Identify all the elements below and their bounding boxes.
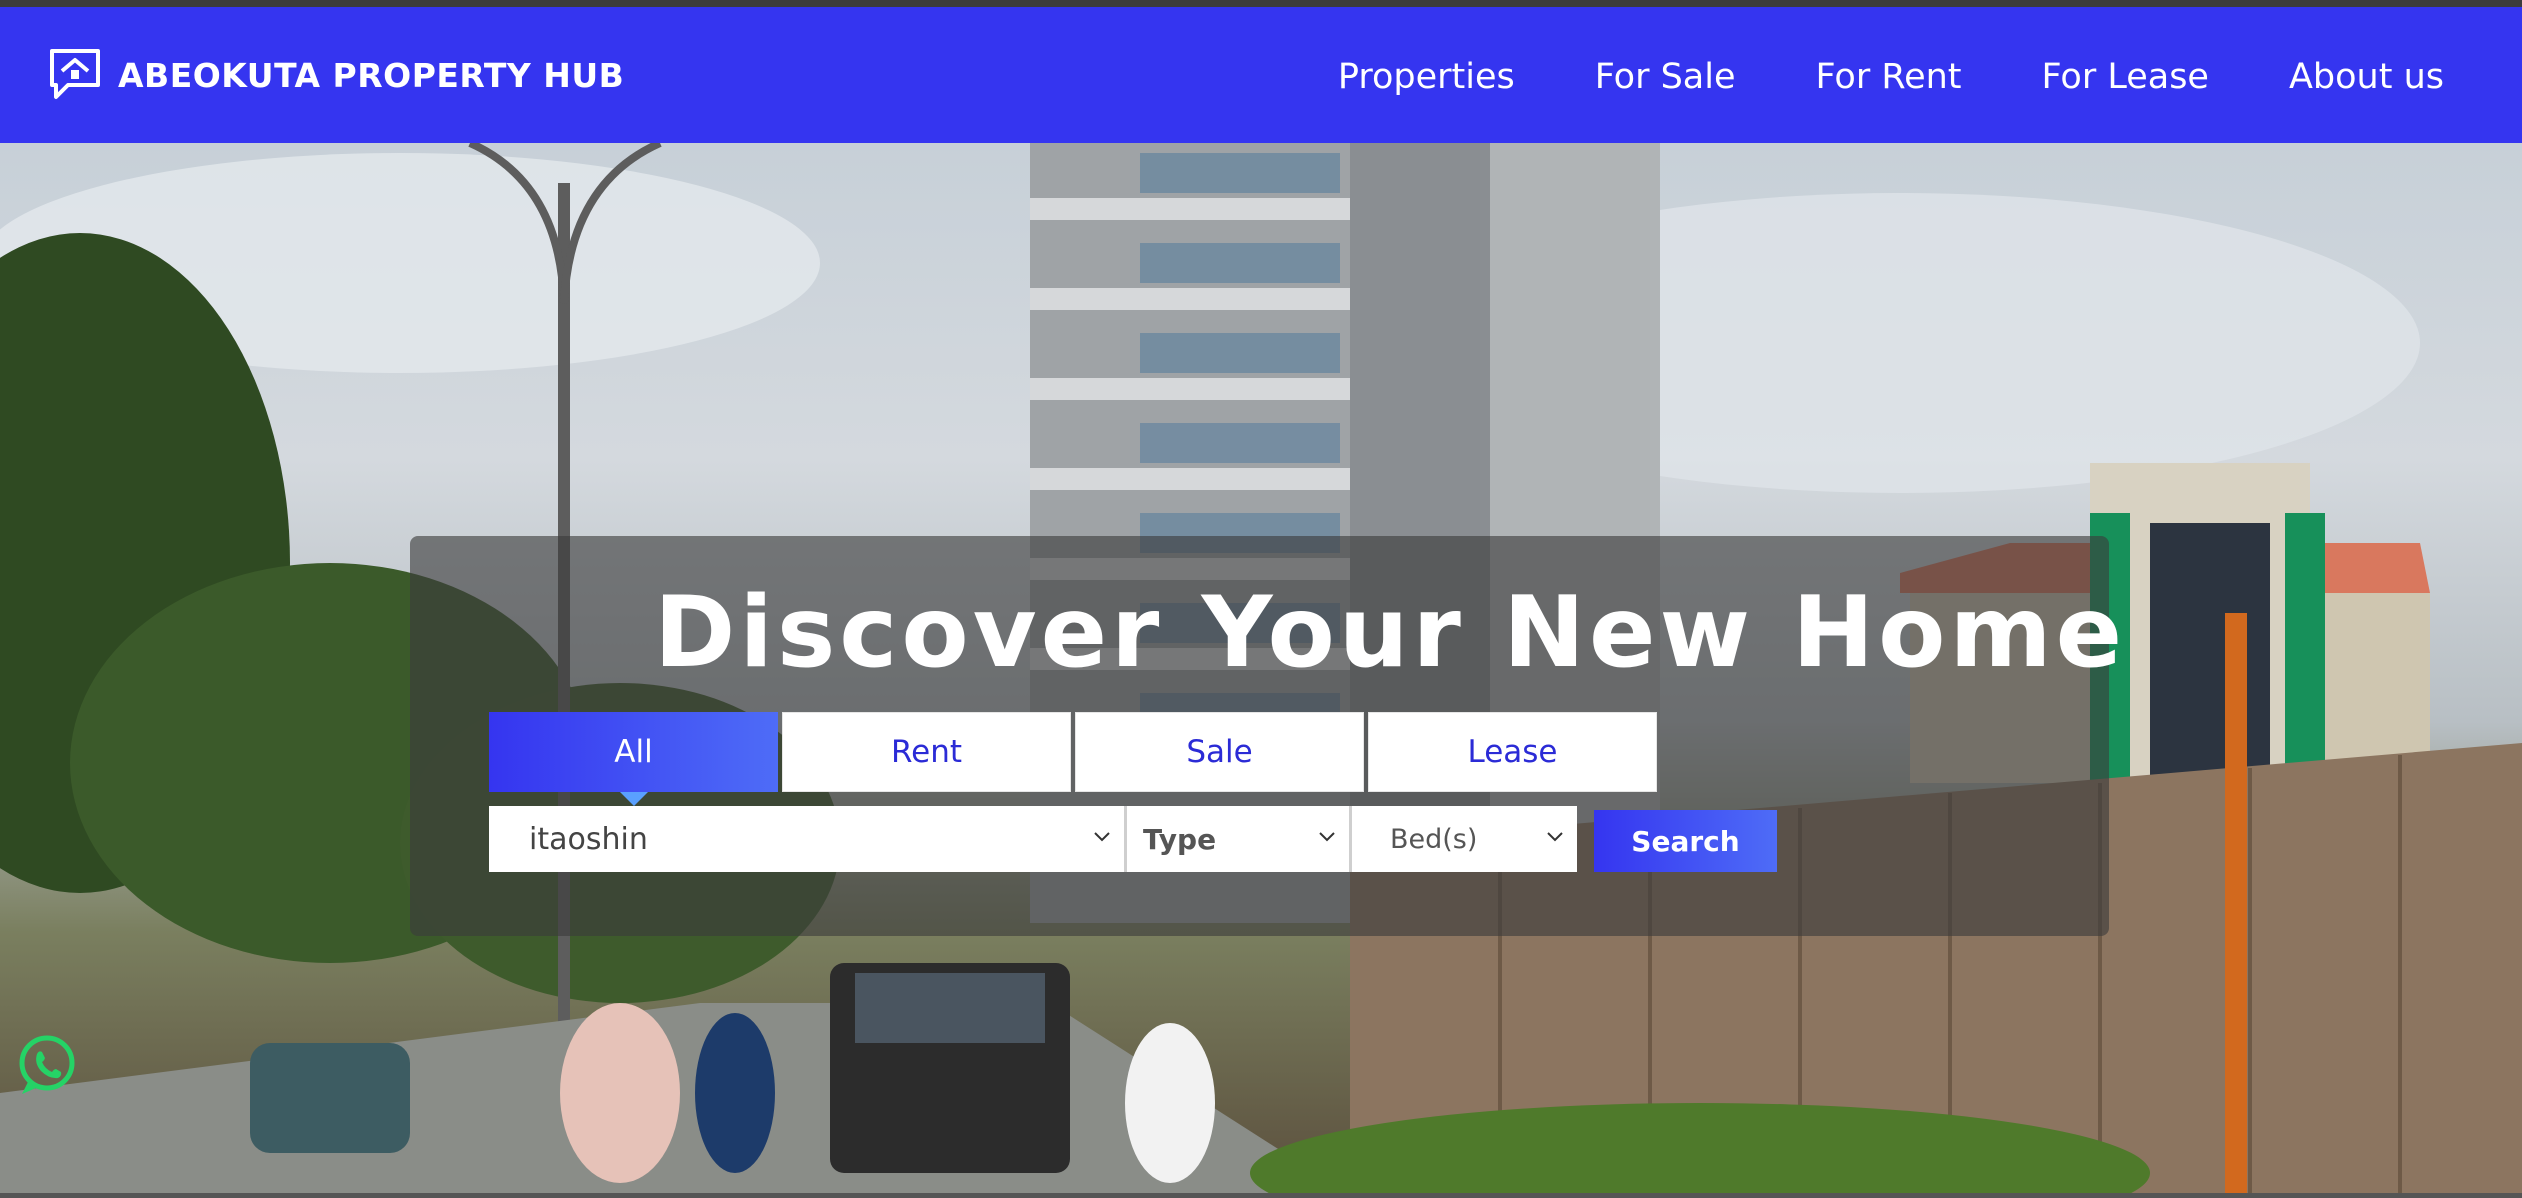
tab-rent[interactable]: Rent [782, 712, 1071, 792]
nav-for-lease[interactable]: For Lease [2042, 57, 2209, 97]
location-select[interactable]: itaoshin [489, 806, 1127, 872]
beds-value: Bed(s) [1390, 823, 1478, 855]
house-chat-icon [50, 49, 100, 99]
nav-about-us[interactable]: About us [2289, 57, 2444, 97]
chevron-down-icon [1547, 832, 1563, 842]
brand-name: ABEOKUTA PROPERTY HUB [118, 55, 625, 95]
tab-all[interactable]: All [489, 712, 778, 806]
navbar: ABEOKUTA PROPERTY HUB Properties For Sal… [0, 7, 2522, 143]
main-nav: Properties For Sale For Rent For Lease A… [1338, 57, 2444, 97]
search-filters: itaoshin Type Bed(s) [489, 806, 1577, 872]
listing-type-tabs: All Rent Sale Lease [489, 712, 1657, 806]
location-value: itaoshin [529, 821, 648, 857]
search-button[interactable]: Search [1594, 810, 1777, 872]
nav-for-rent[interactable]: For Rent [1816, 57, 1962, 97]
nav-for-sale[interactable]: For Sale [1595, 57, 1736, 97]
headline-container: Discover Your New Home [654, 576, 2126, 690]
top-border [0, 0, 2522, 7]
chevron-down-icon [1319, 832, 1335, 842]
nav-properties[interactable]: Properties [1338, 57, 1515, 97]
tab-sale[interactable]: Sale [1075, 712, 1364, 792]
bottom-border [0, 1193, 2522, 1198]
tab-lease[interactable]: Lease [1368, 712, 1657, 792]
whatsapp-icon[interactable] [14, 1032, 80, 1098]
brand-link[interactable]: ABEOKUTA PROPERTY HUB [46, 45, 624, 105]
type-value: Type [1143, 822, 1217, 856]
type-select[interactable]: Type [1127, 806, 1352, 872]
hero-headline: Discover Your New Home [654, 576, 2127, 690]
beds-select[interactable]: Bed(s) [1352, 806, 1577, 872]
chevron-down-icon [1094, 832, 1110, 842]
